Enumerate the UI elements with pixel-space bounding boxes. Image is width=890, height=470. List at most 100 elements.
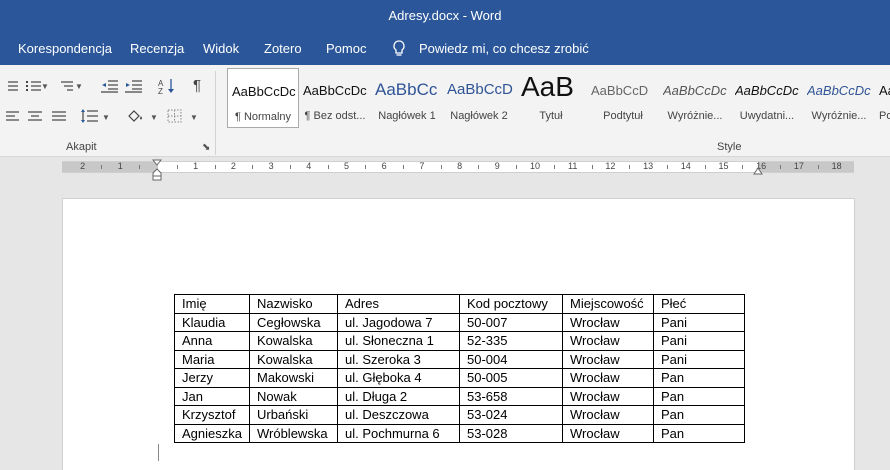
table-cell[interactable]: Pan: [652, 405, 745, 425]
chevron-down-icon[interactable]: ▼: [41, 82, 49, 91]
tab-zotero[interactable]: Zotero: [264, 41, 302, 56]
table-cell[interactable]: Wrocław: [561, 423, 654, 443]
style-name: Tytuł: [539, 110, 563, 122]
table-cell[interactable]: 50-007: [458, 312, 563, 332]
chevron-down-icon[interactable]: ▼: [190, 113, 198, 122]
styles-group-label: Style: [717, 141, 742, 153]
style-subtitle[interactable]: AaBbCcD Podtytuł: [587, 68, 659, 128]
table-cell[interactable]: ul. Długa 2: [336, 386, 460, 406]
table-cell[interactable]: ul. Słoneczna 1: [336, 331, 460, 351]
table-cell[interactable]: Pan: [652, 368, 745, 388]
style-intense-emphasis[interactable]: AaBbCcDc Wyróżnie...: [803, 68, 875, 128]
borders-icon[interactable]: [164, 107, 186, 125]
sort-icon[interactable]: AZ: [156, 77, 178, 95]
style-heading-1[interactable]: AaBbCc Nagłówek 1: [371, 68, 443, 128]
table-header-cell[interactable]: Miejscowość: [561, 294, 654, 314]
table-cell[interactable]: Jan: [174, 386, 250, 406]
pilcrow-icon[interactable]: ¶: [186, 76, 208, 94]
style-name: Uwydatni...: [739, 110, 795, 122]
ribbon-tabs: Korespondencja Recenzja Widok Zotero Pom…: [0, 32, 890, 65]
lightbulb-icon[interactable]: [390, 39, 408, 59]
style-emphasis[interactable]: AaBbCcDc Uwydatni...: [731, 68, 803, 128]
tell-me-search[interactable]: Powiedz mi, co chcesz zrobić: [419, 41, 589, 56]
style-no-spacing[interactable]: AaBbCcDc ¶ Bez odst...: [299, 68, 371, 128]
table-cell[interactable]: Cegłowska: [248, 312, 338, 332]
decrease-indent-icon[interactable]: [98, 77, 120, 95]
style-partial[interactable]: AaB Po: [875, 68, 890, 128]
table-cell[interactable]: Wrocław: [561, 405, 654, 425]
table-cell[interactable]: ul. Głęboka 4: [336, 368, 460, 388]
table-header-cell[interactable]: Adres: [336, 294, 460, 314]
table-cell[interactable]: Pan: [652, 386, 745, 406]
tab-pomoc[interactable]: Pomoc: [326, 41, 366, 56]
dialog-launcher-icon[interactable]: ⬊: [202, 142, 210, 153]
table-cell[interactable]: 50-005: [458, 368, 563, 388]
horizontal-ruler[interactable]: 2 1 1 2 3 4 5 6 7 8 9 10 11 12 13 14 15 16 17 18: [62, 161, 854, 173]
ruler-number: 12: [605, 161, 616, 171]
table-header-cell[interactable]: Nazwisko: [248, 294, 338, 314]
table-cell[interactable]: Pan: [652, 423, 745, 443]
table-cell[interactable]: Nowak: [248, 386, 338, 406]
ruler-tick: [214, 165, 216, 169]
tab-widok[interactable]: Widok: [203, 41, 239, 56]
ruler-tick: [742, 165, 744, 169]
style-subtle-emphasis[interactable]: AaBbCcDc Wyróżnie...: [659, 68, 731, 128]
indent-marker-icon[interactable]: [152, 159, 162, 181]
table-cell[interactable]: ul. Szeroka 3: [336, 349, 460, 369]
table-cell[interactable]: Pani: [652, 331, 745, 351]
table-cell[interactable]: 50-004: [458, 349, 563, 369]
tab-recenzja[interactable]: Recenzja: [130, 41, 184, 56]
multilevel-list-icon[interactable]: [54, 77, 76, 95]
table-cell[interactable]: ul. Jagodowa 7: [336, 312, 460, 332]
table-cell[interactable]: 53-028: [458, 423, 563, 443]
shading-icon[interactable]: [124, 107, 146, 125]
style-normal[interactable]: AaBbCcDc ¶ Normalny: [227, 68, 299, 128]
bullets-icon[interactable]: [0, 77, 22, 95]
increase-indent-icon[interactable]: [122, 77, 144, 95]
table-cell[interactable]: Maria: [174, 349, 250, 369]
style-preview: AaB: [879, 83, 890, 98]
style-title[interactable]: AaB Tytuł: [515, 68, 587, 128]
table-cell[interactable]: Agnieszka: [174, 423, 250, 443]
style-heading-2[interactable]: AaBbCcD Nagłówek 2: [443, 68, 515, 128]
table-cell[interactable]: Kowalska: [248, 349, 338, 369]
chevron-down-icon[interactable]: ▼: [102, 113, 110, 122]
table-cell[interactable]: Wrocław: [561, 368, 654, 388]
align-left-icon[interactable]: [0, 108, 22, 126]
table-cell[interactable]: 53-024: [458, 405, 563, 425]
table-cell[interactable]: ul. Deszczowa: [336, 405, 460, 425]
table-cell[interactable]: Wrocław: [561, 331, 654, 351]
align-center-icon[interactable]: [24, 108, 46, 126]
style-name: Po: [879, 110, 890, 122]
table-cell[interactable]: Wrocław: [561, 349, 654, 369]
right-indent-marker-icon[interactable]: [753, 165, 763, 175]
table-cell[interactable]: Wróblewska: [248, 423, 338, 443]
table-cell[interactable]: Makowski: [248, 368, 338, 388]
ruler-tick: [289, 165, 291, 169]
table-cell[interactable]: 53-658: [458, 386, 563, 406]
table-cell[interactable]: Urbański: [248, 405, 338, 425]
table-cell[interactable]: Pani: [652, 349, 745, 369]
table-cell[interactable]: Kowalska: [248, 331, 338, 351]
table-cell[interactable]: Anna: [174, 331, 250, 351]
table-cell[interactable]: Jerzy: [174, 368, 250, 388]
chevron-down-icon[interactable]: ▼: [75, 82, 83, 91]
table-header-cell[interactable]: Kod pocztowy: [458, 294, 563, 314]
table-header-cell[interactable]: Płeć: [652, 294, 745, 314]
table-cell[interactable]: Pani: [652, 312, 745, 332]
style-preview: AaBbCcDc: [232, 84, 296, 99]
table-cell[interactable]: Wrocław: [561, 386, 654, 406]
ruler-number: 1: [117, 161, 123, 171]
table-cell[interactable]: 52-335: [458, 331, 563, 351]
tab-korespondencja[interactable]: Korespondencja: [18, 41, 112, 56]
table-header-cell[interactable]: Imię: [174, 294, 250, 314]
table-cell[interactable]: ul. Pochmurna 6: [336, 423, 460, 443]
table-cell[interactable]: Wrocław: [561, 312, 654, 332]
ruler-tick: [139, 165, 141, 169]
justify-icon[interactable]: [48, 108, 70, 126]
table-cell[interactable]: Krzysztof: [174, 405, 250, 425]
table-cell[interactable]: Klaudia: [174, 312, 250, 332]
line-spacing-icon[interactable]: [78, 107, 100, 125]
chevron-down-icon[interactable]: ▼: [150, 113, 158, 122]
address-table[interactable]: Imię Nazwisko Adres Kod pocztowy Miejsco…: [174, 294, 745, 443]
